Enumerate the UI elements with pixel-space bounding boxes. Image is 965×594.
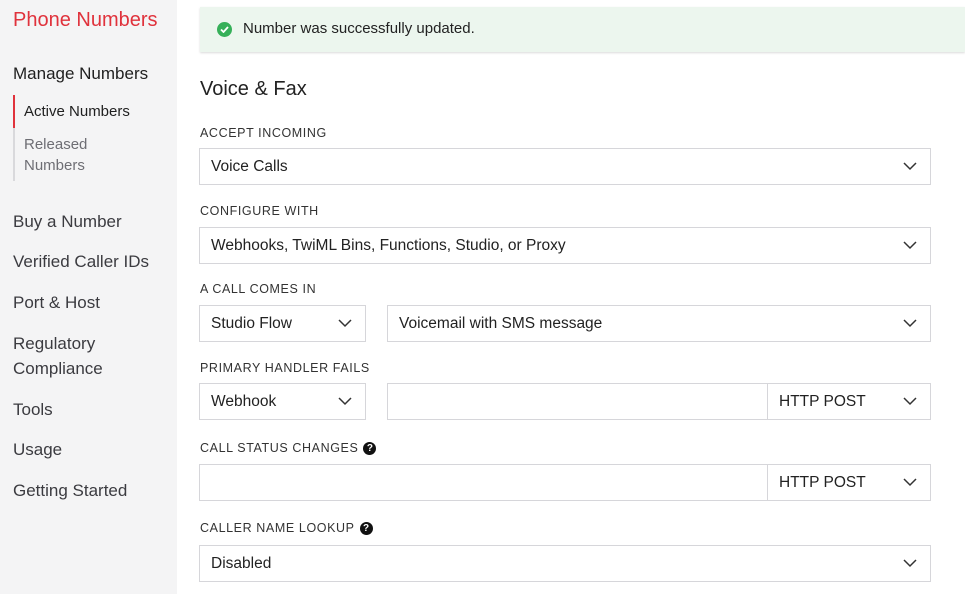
configure-with-label: CONFIGURE WITH <box>200 204 319 218</box>
alert-message: Number was successfully updated. <box>243 20 475 37</box>
call-comes-in-type-value: Studio Flow <box>211 315 292 332</box>
chevron-down-icon <box>903 559 917 568</box>
accept-incoming-select[interactable]: Voice Calls <box>199 148 931 185</box>
accept-incoming-value: Voice Calls <box>211 158 288 175</box>
call-status-url-input[interactable] <box>199 464 768 501</box>
chevron-down-icon <box>338 397 352 406</box>
call-status-method-value: HTTP POST <box>779 474 866 491</box>
primary-handler-type-select[interactable]: Webhook <box>199 383 366 420</box>
sidebar-item-tools[interactable]: Tools <box>13 397 53 422</box>
caller-name-lookup-text: CALLER NAME LOOKUP <box>200 521 355 535</box>
sidebar-subnav: Active Numbers Released Numbers <box>13 95 165 181</box>
call-comes-in-label: A CALL COMES IN <box>200 282 317 296</box>
caller-name-lookup-select[interactable]: Disabled <box>199 545 931 582</box>
primary-handler-type-value: Webhook <box>211 393 277 410</box>
sidebar-title[interactable]: Phone Numbers <box>13 9 158 32</box>
call-status-changes-label: CALL STATUS CHANGES? <box>200 441 377 455</box>
section-heading: Voice & Fax <box>200 78 307 100</box>
check-circle-icon <box>217 22 232 37</box>
primary-handler-method-value: HTTP POST <box>779 393 866 410</box>
primary-handler-url-input[interactable] <box>387 383 768 420</box>
success-alert: Number was successfully updated. <box>200 7 965 52</box>
sidebar-item-active-numbers[interactable]: Active Numbers <box>13 95 165 128</box>
accept-incoming-label: ACCEPT INCOMING <box>200 126 327 140</box>
call-status-changes-text: CALL STATUS CHANGES <box>200 441 359 455</box>
call-comes-in-flow-value: Voicemail with SMS message <box>399 315 603 332</box>
call-comes-in-type-select[interactable]: Studio Flow <box>199 305 366 342</box>
help-icon[interactable]: ? <box>363 442 377 455</box>
call-comes-in-flow-select[interactable]: Voicemail with SMS message <box>387 305 931 342</box>
sidebar-item-buy-a-number[interactable]: Buy a Number <box>13 209 122 234</box>
configure-with-select[interactable]: Webhooks, TwiML Bins, Functions, Studio,… <box>199 227 931 264</box>
chevron-down-icon <box>903 319 917 328</box>
chevron-down-icon <box>338 319 352 328</box>
sidebar-item-released-numbers[interactable]: Released Numbers <box>15 128 104 181</box>
chevron-down-icon <box>903 162 917 171</box>
sidebar-item-usage[interactable]: Usage <box>13 437 62 462</box>
help-icon[interactable]: ? <box>359 522 373 535</box>
caller-name-lookup-label: CALLER NAME LOOKUP? <box>200 521 373 535</box>
sidebar-section-manage-numbers[interactable]: Manage Numbers <box>13 64 148 84</box>
sidebar-item-regulatory-compliance[interactable]: Regulatory Compliance <box>13 331 133 381</box>
sidebar-item-getting-started[interactable]: Getting Started <box>13 478 127 503</box>
chevron-down-icon <box>903 241 917 250</box>
sidebar-item-port-and-host[interactable]: Port & Host <box>13 290 100 315</box>
primary-handler-method-select[interactable]: HTTP POST <box>767 383 931 420</box>
sidebar: Phone Numbers Manage Numbers Active Numb… <box>0 0 177 594</box>
configure-with-value: Webhooks, TwiML Bins, Functions, Studio,… <box>211 237 566 254</box>
call-status-method-select[interactable]: HTTP POST <box>767 464 931 501</box>
chevron-down-icon <box>903 397 917 406</box>
sidebar-item-verified-caller-ids[interactable]: Verified Caller IDs <box>13 249 149 274</box>
caller-name-lookup-value: Disabled <box>211 555 272 572</box>
primary-handler-fails-label: PRIMARY HANDLER FAILS <box>200 361 370 375</box>
chevron-down-icon <box>903 478 917 487</box>
